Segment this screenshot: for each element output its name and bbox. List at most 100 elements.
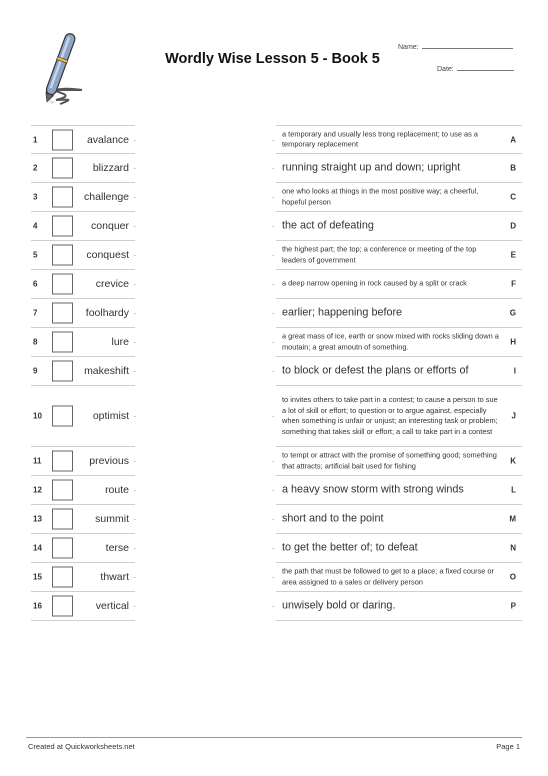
vocab-word: summit bbox=[95, 513, 129, 525]
word-row: 7 foolhardy - bbox=[31, 299, 136, 328]
definition-text: the highest part; the top; a conference … bbox=[282, 244, 477, 264]
word-number: 11 bbox=[33, 456, 42, 466]
answer-box[interactable] bbox=[52, 302, 73, 324]
definition-row: - the path that must be followed to get t… bbox=[272, 563, 522, 592]
word-row: 5 conquest - bbox=[31, 241, 136, 270]
definition-row: - unwisely bold or daring. P bbox=[272, 592, 522, 621]
definition-letter: N bbox=[510, 543, 516, 553]
word-number: 10 bbox=[33, 411, 42, 421]
definition-row: - the act of defeating D bbox=[272, 212, 522, 241]
word-row: 4 conquer - bbox=[31, 212, 136, 241]
vocab-word: route bbox=[105, 484, 129, 496]
worksheet-title: Wordly Wise Lesson 5 - Book 5 bbox=[165, 51, 380, 67]
match-dash: - bbox=[272, 221, 275, 231]
definition-text: a heavy snow storm with strong winds bbox=[282, 483, 464, 496]
definition-letter: J bbox=[511, 411, 516, 421]
answer-box[interactable] bbox=[52, 215, 73, 237]
page-number: Page 1 bbox=[496, 742, 520, 751]
match-dash: - bbox=[133, 308, 136, 318]
answer-box[interactable] bbox=[52, 479, 73, 501]
match-dash: - bbox=[133, 135, 136, 144]
definition-row: - to tempt or attract with the promise of… bbox=[272, 447, 522, 476]
vocab-word: conquer bbox=[91, 220, 129, 232]
vocab-word: makeshift bbox=[84, 365, 129, 377]
word-number: 15 bbox=[33, 572, 42, 582]
answer-box[interactable] bbox=[52, 244, 73, 266]
match-dash: - bbox=[133, 250, 136, 260]
word-row: 15 thwart - bbox=[31, 563, 136, 592]
vocab-word: terse bbox=[105, 542, 129, 554]
definition-letter: H bbox=[510, 337, 516, 347]
definition-row: - the highest part; the top; a conference… bbox=[272, 241, 522, 270]
vocab-word: conquest bbox=[86, 249, 129, 261]
match-dash: - bbox=[272, 514, 275, 524]
word-row: 1 avalance - bbox=[31, 125, 136, 154]
answer-box[interactable] bbox=[52, 360, 73, 382]
answer-box[interactable] bbox=[52, 566, 73, 588]
match-dash: - bbox=[133, 456, 136, 466]
answer-box[interactable] bbox=[52, 157, 73, 179]
match-dash: - bbox=[133, 572, 136, 582]
date-field[interactable]: Date: bbox=[437, 63, 514, 73]
word-number: 5 bbox=[33, 250, 38, 260]
answer-box[interactable] bbox=[52, 508, 73, 530]
match-dash: - bbox=[133, 279, 136, 289]
answer-box[interactable] bbox=[52, 273, 73, 295]
word-number: 3 bbox=[33, 192, 38, 202]
match-dash: - bbox=[133, 543, 136, 553]
word-row: 3 challenge - bbox=[31, 183, 136, 212]
name-input-line[interactable] bbox=[421, 41, 513, 49]
definition-letter: E bbox=[510, 250, 516, 260]
word-row: 10 optimist - bbox=[31, 386, 136, 447]
definition-row: - short and to the point M bbox=[272, 505, 522, 534]
word-row: 2 blizzard - bbox=[31, 154, 136, 183]
word-row: 9 makeshift - bbox=[31, 357, 136, 386]
definition-letter: L bbox=[511, 485, 516, 495]
answer-box[interactable] bbox=[52, 537, 73, 559]
pen-writing-icon bbox=[45, 33, 83, 105]
match-dash: - bbox=[272, 250, 275, 260]
word-row: 16 vertical - bbox=[31, 592, 136, 621]
answer-box[interactable] bbox=[52, 129, 73, 150]
match-dash: - bbox=[272, 572, 275, 582]
word-number: 8 bbox=[33, 337, 38, 347]
match-dash: - bbox=[272, 601, 275, 611]
answer-box[interactable] bbox=[52, 595, 73, 617]
answer-box[interactable] bbox=[52, 450, 73, 472]
match-dash: - bbox=[272, 366, 275, 376]
answer-box[interactable] bbox=[52, 405, 73, 427]
vocab-word: thwart bbox=[100, 571, 129, 583]
date-input-line[interactable] bbox=[456, 63, 514, 71]
definition-letter: D bbox=[510, 221, 516, 231]
word-row: 11 previous - bbox=[31, 447, 136, 476]
definition-row: - one who looks at things in the most pos… bbox=[272, 183, 522, 212]
word-number: 7 bbox=[33, 308, 38, 318]
answer-box[interactable] bbox=[52, 186, 73, 208]
definition-letter: C bbox=[510, 192, 516, 202]
vocab-word: crevice bbox=[95, 278, 129, 290]
definition-row: -a heavy snow storm with strong winds L bbox=[272, 476, 522, 505]
vocab-word: blizzard bbox=[92, 162, 129, 174]
definition-text: to tempt or attract with the promise of … bbox=[282, 450, 497, 470]
word-number: 4 bbox=[33, 221, 38, 231]
definition-text: earlier; happening before bbox=[282, 306, 403, 319]
match-dash: - bbox=[133, 337, 136, 347]
definition-letter: G bbox=[509, 308, 516, 318]
word-number: 13 bbox=[33, 514, 42, 524]
word-row: 13 summit - bbox=[31, 505, 136, 534]
definition-row: - to invites others to take part in a con… bbox=[272, 386, 522, 447]
definition-row: - running straight up and down; upright B bbox=[272, 154, 522, 183]
word-number: 16 bbox=[33, 601, 42, 611]
name-field[interactable]: Name: bbox=[398, 41, 513, 51]
match-dash: - bbox=[272, 485, 275, 495]
word-row: 14 terse - bbox=[31, 534, 136, 563]
word-number: 6 bbox=[33, 279, 38, 289]
date-label: Date: bbox=[437, 66, 454, 73]
vocab-word: lure bbox=[111, 336, 129, 348]
definition-letter: P bbox=[510, 601, 516, 611]
match-dash: - bbox=[133, 366, 136, 376]
footer-credit: Created at Quickworksheets.net bbox=[28, 742, 135, 751]
answer-box[interactable] bbox=[52, 331, 73, 353]
footer-divider bbox=[26, 737, 522, 738]
definition-text: the act of defeating bbox=[282, 219, 374, 232]
